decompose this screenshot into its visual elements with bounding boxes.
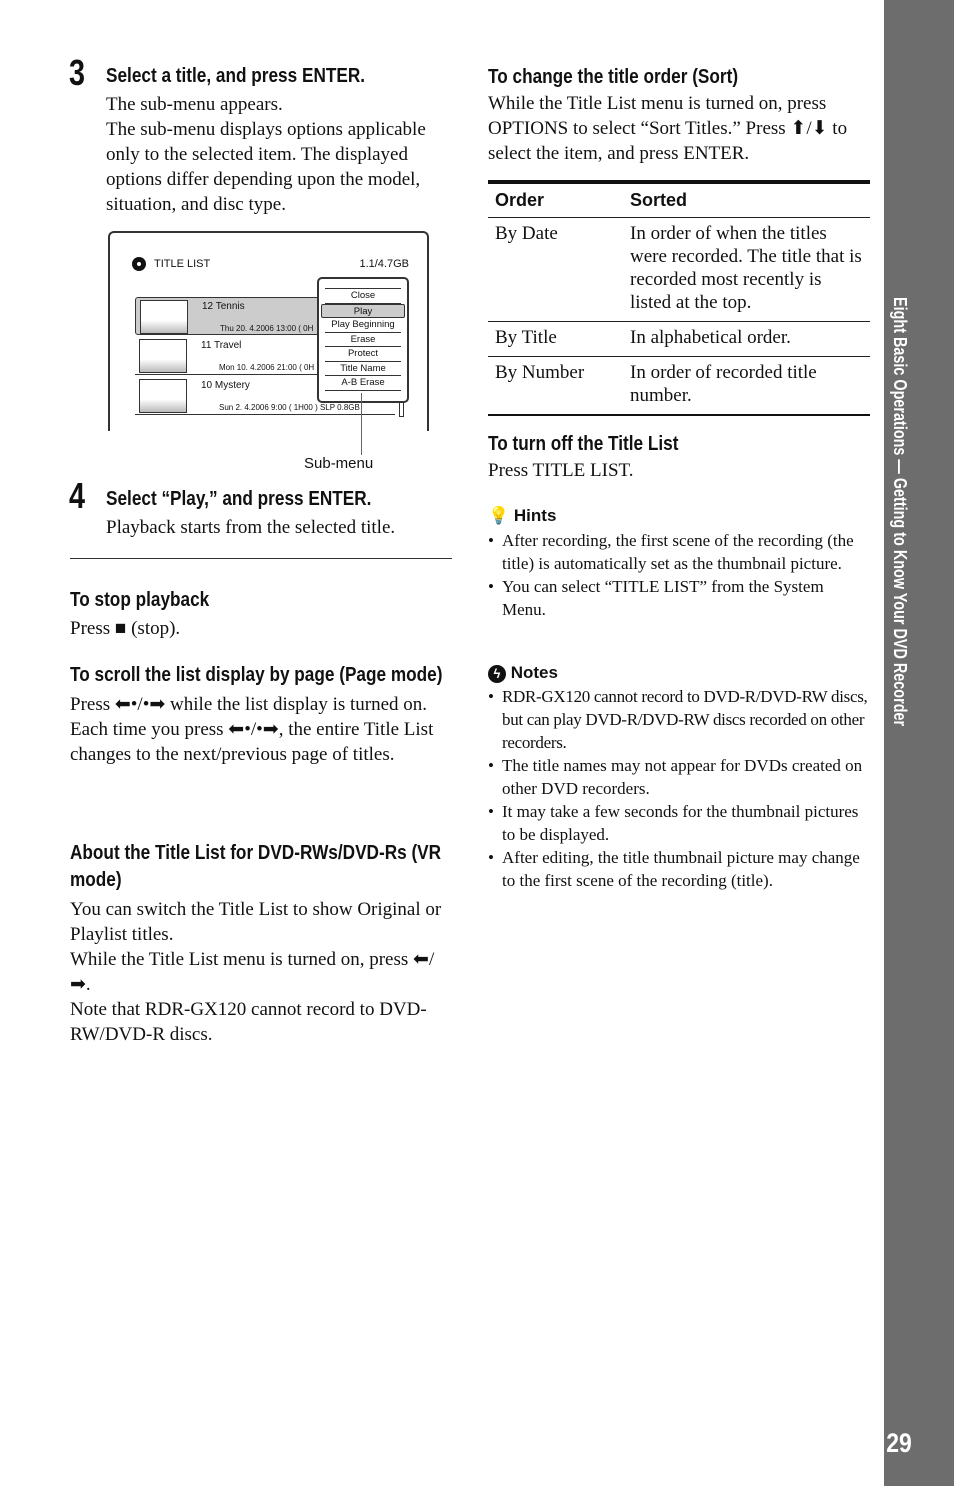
list-item: After editing, the title thumbnail pictu… [488, 846, 872, 892]
cell: By Title [495, 327, 557, 348]
thumbnail [139, 339, 187, 373]
hints-heading: Hints [513, 506, 557, 525]
title-info: Sun 2. 4.2006 9:00 ( 1H00 ) SLP 0.8GB [219, 403, 360, 412]
thumbnail [139, 379, 187, 413]
cell: By Date [495, 223, 558, 244]
list-item: RDR-GX120 cannot record to DVD-R/DVD-RW … [488, 685, 872, 754]
section-text: Press ⬅•/•➡ while the list display is tu… [70, 694, 434, 765]
cell: In order of when the titles were recorde… [630, 223, 862, 313]
table-row: By Date In order of when the titles were … [488, 218, 870, 322]
title-info: Thu 20. 4.2006 13:00 ( 0H [220, 324, 314, 333]
notes-icon: ϟ [488, 665, 506, 683]
section-heading: To change the title order (Sort) [488, 66, 739, 88]
menu-item-close[interactable]: Close [325, 289, 401, 304]
section-text: While the Title List menu is turned on, … [488, 93, 848, 164]
step-text: The sub-menu appears. [106, 94, 283, 115]
menu-item-erase[interactable]: Erase [325, 333, 401, 347]
title-info: Mon 10. 4.2006 21:00 ( 0H [219, 363, 315, 372]
capacity: 1.1/4.7GB [359, 258, 409, 270]
sort-table: Order Sorted By Date In order of when the … [488, 180, 870, 416]
notes-list: RDR-GX120 cannot record to DVD-R/DVD-RW … [488, 685, 872, 892]
hints-list: After recording, the first scene of the … [488, 529, 870, 621]
callout-line [361, 393, 362, 455]
section-heading: To turn off the Title List [488, 433, 679, 455]
list-item: The title names may not appear for DVDs … [488, 754, 872, 800]
title-list-illustration: TITLE LIST 1.1/4.7GB 12 Tennis Thu 20. 4… [108, 231, 429, 431]
menu-item-title-name[interactable]: Title Name [325, 362, 401, 376]
section-text: Press TITLE LIST. [488, 460, 634, 481]
screen-title: TITLE LIST [154, 258, 211, 270]
list-item: After recording, the first scene of the … [488, 529, 870, 575]
cell: By Number [495, 362, 585, 383]
section-heading: To scroll the list display by page (Page… [70, 664, 443, 686]
scrollbar[interactable] [399, 401, 404, 417]
page-number: 29 [886, 1428, 912, 1458]
step-title: Select “Play,” and press ENTER. [106, 488, 372, 510]
column-header: Sorted [630, 190, 688, 210]
step-text: The sub-menu displays options applicable… [106, 119, 426, 215]
list-item: You can select “TITLE LIST” from the Sys… [488, 575, 870, 621]
menu-item-play[interactable]: Play [321, 303, 405, 318]
section-text: Note that RDR-GX120 cannot record to DVD… [70, 999, 427, 1045]
callout-label: Sub-menu [304, 455, 374, 472]
list-item: It may take a few seconds for the thumbn… [488, 800, 872, 846]
column-header: Order [495, 190, 545, 210]
sub-menu: Close Play Play Beginning Erase Protect … [317, 277, 409, 403]
side-tab [884, 0, 954, 1486]
title-name: 11 Travel [201, 340, 242, 351]
divider [70, 558, 452, 559]
section-heading: To stop playback [70, 589, 210, 611]
menu-item-play-beginning[interactable]: Play Beginning [325, 318, 401, 333]
menu-item-ab-erase[interactable]: A-B Erase [325, 376, 401, 391]
title-name: 10 Mystery [201, 380, 250, 391]
lightbulb-icon: 💡 [488, 506, 510, 525]
side-tab-label: Eight Basic Operations — Getting to Know… [890, 297, 910, 727]
table-row: By Number In order of recorded title numb… [488, 357, 870, 416]
cell: In alphabetical order. [630, 327, 791, 348]
cell: In order of recorded title number. [630, 362, 817, 406]
step-title: Select a title, and press ENTER. [106, 65, 366, 87]
step-text: Playback starts from the selected title. [106, 517, 396, 538]
title-name: 12 Tennis [202, 301, 245, 312]
disc-icon [132, 257, 146, 271]
notes-heading: Notes [510, 663, 558, 682]
menu-item-protect[interactable]: Protect [325, 347, 401, 362]
thumbnail [140, 300, 188, 334]
step-number: 4 [69, 475, 86, 516]
step-number: 3 [69, 52, 86, 93]
section-heading: About the Title List for DVD-RWs/DVD-Rs … [70, 842, 442, 891]
section-text: Press ■ (stop). [70, 618, 181, 639]
section-text: While the Title List menu is turned on, … [70, 949, 435, 995]
section-text: You can switch the Title List to show Or… [70, 899, 442, 945]
table-row: By Title In alphabetical order. [488, 322, 870, 357]
